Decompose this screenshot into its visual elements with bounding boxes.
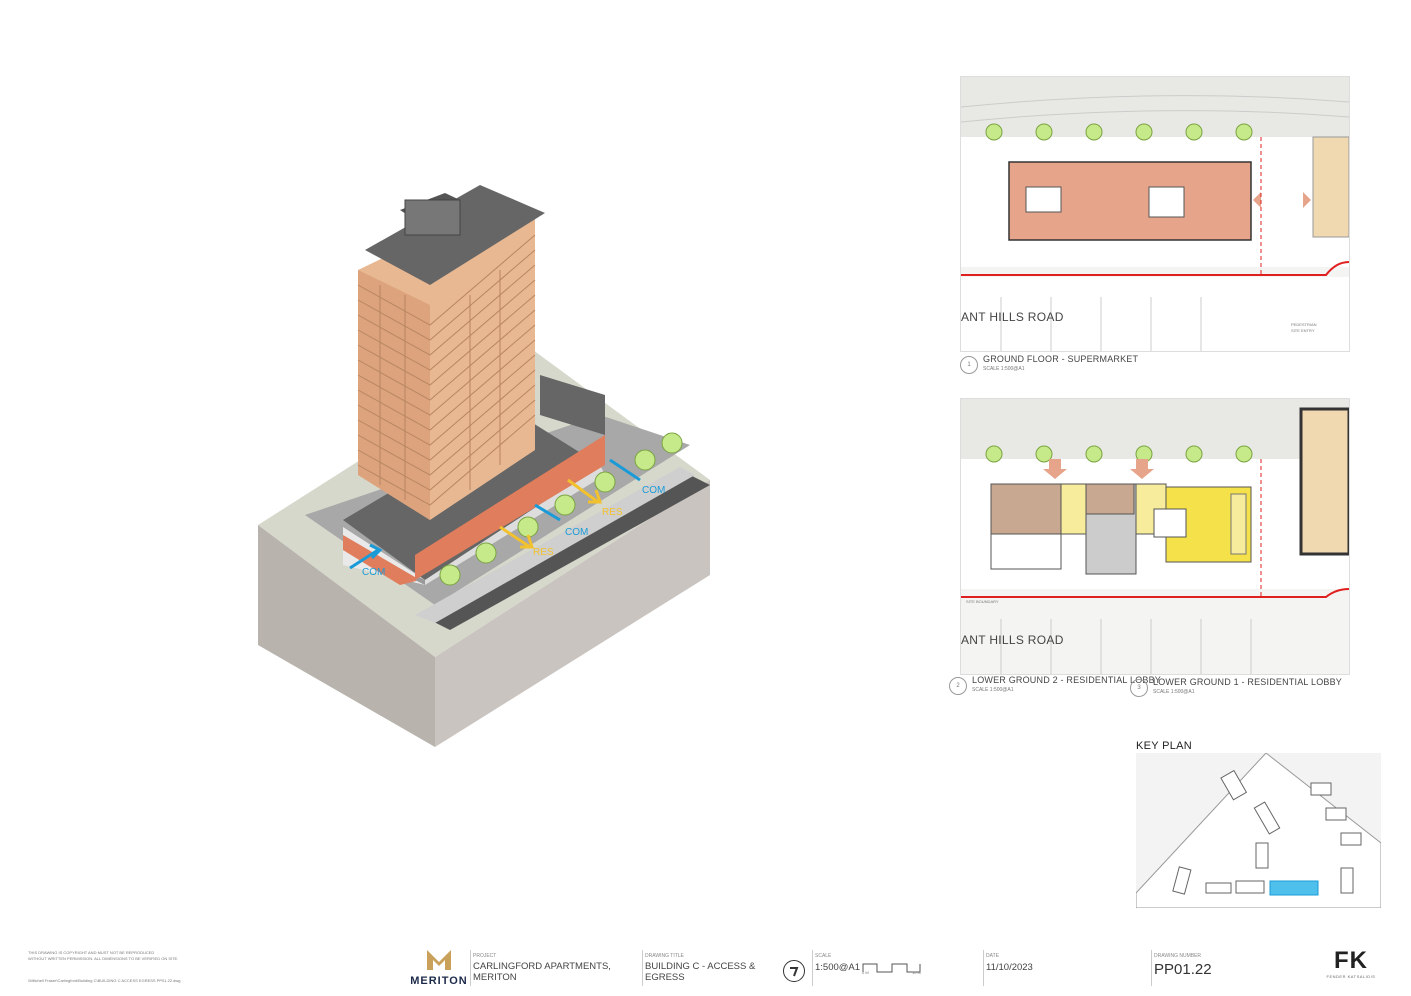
scale-mark-10: 10 M (912, 970, 921, 975)
north-arrow-icon (783, 960, 805, 982)
project-line-2: MERITON (473, 972, 517, 983)
fk-firm-name: FENDER KATSALIDIS (1326, 974, 1376, 979)
arrow-label-com-2: COM (565, 527, 588, 538)
arrow-label-com-3: COM (642, 485, 665, 496)
key-plan-title: KEY PLAN (1136, 740, 1193, 752)
plan-scale-2: SCALE 1:500@A1 (972, 687, 1014, 693)
fk-logo-mark: FK (1334, 947, 1368, 974)
arrow-label-com-1: COM (362, 567, 385, 578)
scale-value: 1:500@A1 (815, 962, 861, 973)
scale-label: SCALE (815, 953, 832, 959)
drawing-title-line-1: BUILDING C - ACCESS & (645, 961, 756, 972)
arrow-label-res-1: RES (533, 547, 554, 558)
isometric-building-view: COM RES RES COM COM (258, 185, 710, 747)
date-value: 11/10/2023 (986, 962, 1033, 973)
file-path: \\Mitchell Fraser\Carlingford\Building C… (28, 978, 181, 983)
drawing-number-label: DRAWING NUMBER (1154, 953, 1202, 959)
plan-title-1: GROUND FLOOR - SUPERMARKET (983, 354, 1139, 364)
meriton-logo: MERITON (410, 948, 468, 987)
fk-logo: FK FENDER KATSALIDIS (1316, 947, 1386, 980)
drawing-number: PP01.22 (1154, 961, 1212, 978)
scale-mark-0: 0 M (862, 970, 869, 975)
lower-ground-plan: ANT HILLS ROAD SITE BOUNDARY (960, 398, 1350, 675)
road-label-2: ANT HILLS ROAD (961, 633, 1064, 647)
plan-number-2: 2 (949, 677, 967, 695)
plan-title-3: LOWER GROUND 1 - RESIDENTIAL LOBBY (1153, 677, 1343, 687)
plan-number-3: 3 (1130, 679, 1148, 697)
project-label: PROJECT (473, 953, 497, 959)
road-label-1: ANT HILLS ROAD (961, 310, 1064, 324)
key-plan-diagram (1136, 753, 1381, 908)
drawing-title-label: DRAWING TITLE (645, 953, 684, 959)
pedestrian-note-2: SITE ENTRY (1291, 328, 1315, 333)
ground-floor-plan: ANT HILLS ROAD PEDESTRIAN SITE ENTRY (960, 76, 1350, 352)
meriton-wordmark: MERITON (410, 975, 468, 987)
date-label: DATE (986, 953, 999, 959)
arrow-label-res-2: RES (602, 507, 623, 518)
meriton-m-icon (427, 950, 451, 970)
drawing-title-line-2: EGRESS (645, 972, 685, 983)
plan-scale-3: SCALE 1:500@A1 (1153, 689, 1195, 695)
plan-number-1: 1 (960, 356, 978, 374)
project-line-1: CARLINGFORD APARTMENTS, (473, 961, 611, 972)
disclaimer-line-2: WITHOUT WRITTEN PERMISSION. ALL DIMENSIO… (28, 956, 179, 961)
plan-scale-1: SCALE 1:500@A1 (983, 366, 1025, 372)
site-boundary-label: SITE BOUNDARY (966, 599, 999, 604)
